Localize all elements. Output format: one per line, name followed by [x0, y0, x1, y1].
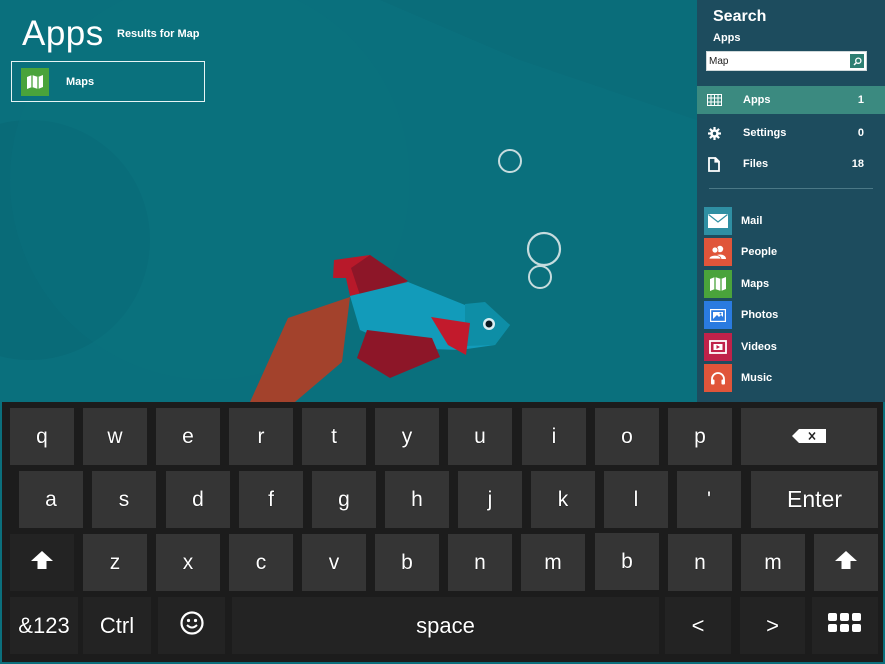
result-item-label: Maps: [66, 75, 95, 88]
key-q[interactable]: q: [10, 408, 74, 465]
cursor-right-key[interactable]: >: [740, 597, 805, 654]
gear-icon: [706, 125, 722, 141]
app-label: Maps: [741, 278, 770, 290]
key-h[interactable]: h: [385, 471, 449, 528]
map-icon: [21, 67, 49, 96]
search-app-videos[interactable]: Videos: [704, 333, 879, 361]
key-m[interactable]: m: [741, 534, 805, 591]
search-app-mail[interactable]: Mail: [704, 207, 879, 235]
key-f[interactable]: f: [239, 471, 303, 528]
app-label: Mail: [741, 215, 763, 227]
shift-icon: [31, 550, 53, 575]
key-e[interactable]: e: [156, 408, 220, 465]
results-for-label: Results for Map: [117, 28, 200, 40]
category-count: 0: [857, 127, 864, 139]
bubble: [528, 265, 552, 289]
touch-keyboard: q w e r t y u i o p a s d f g h j k l ' …: [0, 402, 885, 664]
key-n[interactable]: n: [448, 534, 512, 591]
app-label: Music: [741, 372, 773, 384]
fish-pupil: [485, 320, 493, 328]
bg-shape: [380, 0, 697, 120]
key-y[interactable]: y: [375, 408, 439, 465]
search-scope-label: Apps: [713, 32, 741, 44]
bubble: [526, 231, 562, 267]
category-count: 18: [851, 158, 864, 170]
key-z[interactable]: z: [83, 534, 147, 591]
search-app-maps[interactable]: Maps: [704, 270, 879, 298]
search-category-files[interactable]: Files 18: [697, 150, 885, 178]
mail-icon: [704, 207, 732, 235]
backspace-key[interactable]: [741, 408, 877, 465]
grid-icon: [706, 92, 722, 108]
key-k[interactable]: k: [531, 471, 595, 528]
category-label: Apps: [743, 94, 771, 106]
key-a[interactable]: a: [19, 471, 83, 528]
search-category-settings[interactable]: Settings 0: [697, 119, 885, 147]
backspace-icon: [792, 425, 826, 449]
key-r[interactable]: r: [229, 408, 293, 465]
search-icon[interactable]: [850, 54, 864, 68]
search-input[interactable]: [707, 52, 847, 70]
key-d[interactable]: d: [166, 471, 230, 528]
photos-icon: [704, 301, 732, 329]
category-label: Settings: [743, 127, 787, 139]
key-v[interactable]: v: [302, 534, 366, 591]
key-l[interactable]: l: [604, 471, 668, 528]
key-p[interactable]: p: [668, 408, 732, 465]
key-j[interactable]: j: [458, 471, 522, 528]
key-apostrophe[interactable]: ': [677, 471, 741, 528]
divider: [709, 188, 873, 189]
key-x[interactable]: x: [156, 534, 220, 591]
key-c[interactable]: c: [229, 534, 293, 591]
key-m[interactable]: m: [521, 534, 585, 591]
key-u[interactable]: u: [448, 408, 512, 465]
shift-key-left[interactable]: [10, 534, 74, 591]
result-item-maps[interactable]: Maps: [11, 61, 205, 102]
results-heading: Apps: [22, 14, 104, 53]
key-w[interactable]: w: [83, 408, 147, 465]
keyboard-layout-icon: [828, 613, 862, 638]
search-app-people[interactable]: People: [704, 238, 879, 266]
search-charm: Search Apps Apps 1 Settings 0 Files 18 M…: [697, 0, 885, 402]
file-icon: [706, 156, 722, 172]
emoji-icon: [179, 610, 204, 641]
key-g[interactable]: g: [312, 471, 376, 528]
app-label: Videos: [741, 341, 777, 353]
keyboard-layout-key[interactable]: [812, 597, 878, 654]
search-box: [706, 51, 867, 71]
key-o[interactable]: o: [595, 408, 659, 465]
key-s[interactable]: s: [92, 471, 156, 528]
symbols-key[interactable]: &123: [10, 597, 78, 654]
key-b[interactable]: b: [595, 533, 659, 590]
people-icon: [704, 238, 732, 266]
emoji-key[interactable]: [158, 597, 225, 654]
space-key[interactable]: space: [232, 597, 659, 654]
shift-key-right[interactable]: [814, 534, 878, 591]
category-count: 1: [857, 94, 864, 106]
app-label: People: [741, 246, 778, 258]
headphones-icon: [704, 364, 732, 392]
map-icon: [704, 270, 732, 298]
bubble: [498, 149, 522, 173]
app-label: Photos: [741, 309, 779, 321]
ctrl-key[interactable]: Ctrl: [83, 597, 151, 654]
category-label: Files: [743, 158, 769, 170]
shift-icon: [835, 550, 857, 575]
cursor-left-key[interactable]: <: [665, 597, 731, 654]
search-category-apps[interactable]: Apps 1: [697, 86, 885, 114]
videos-icon: [704, 333, 732, 361]
key-n[interactable]: n: [668, 534, 732, 591]
search-title: Search: [713, 8, 767, 25]
key-b[interactable]: b: [375, 534, 439, 591]
key-t[interactable]: t: [302, 408, 366, 465]
key-i[interactable]: i: [522, 408, 586, 465]
search-app-music[interactable]: Music: [704, 364, 879, 392]
search-app-photos[interactable]: Photos: [704, 301, 879, 329]
enter-key[interactable]: Enter: [751, 471, 878, 528]
